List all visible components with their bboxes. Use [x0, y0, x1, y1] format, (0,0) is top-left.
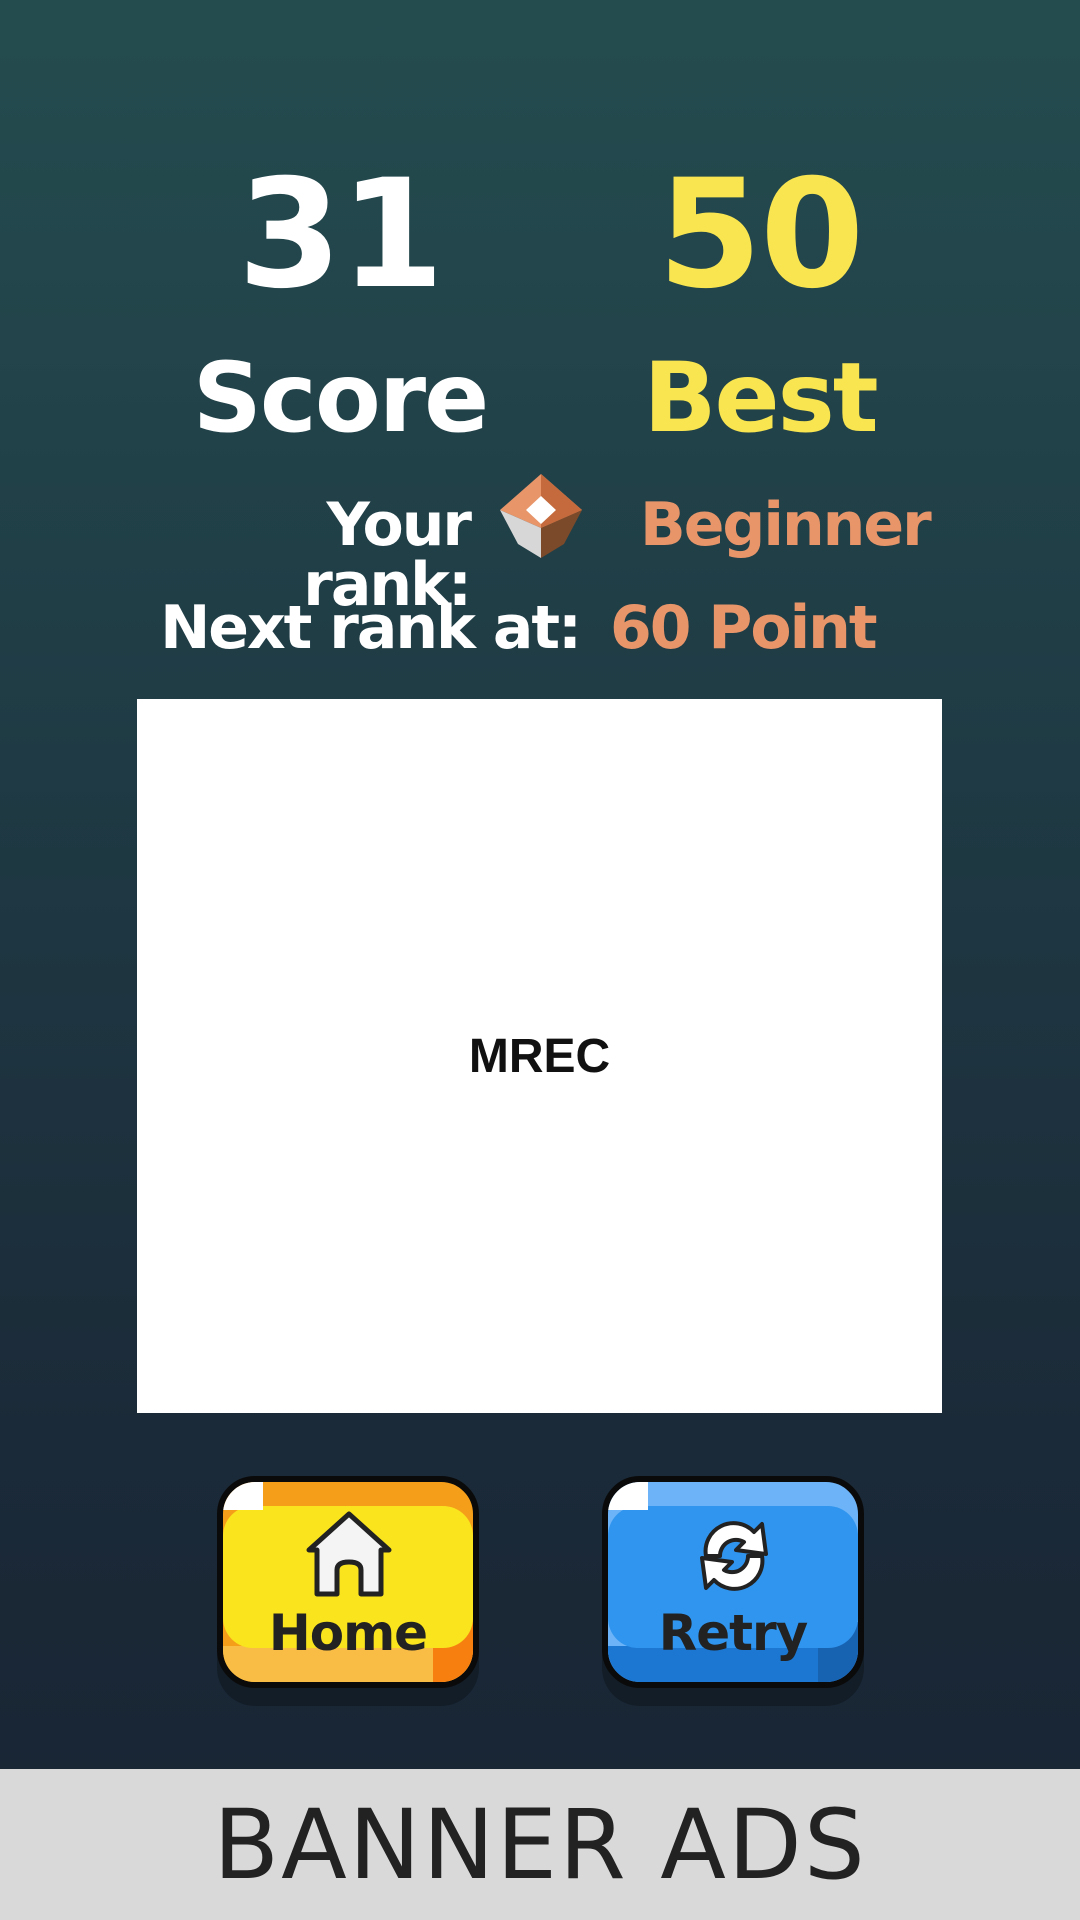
score-label: Score: [192, 342, 489, 454]
next-rank-value: 60 Point: [610, 593, 878, 663]
refresh-icon: [684, 1504, 784, 1604]
banner-ad-slot[interactable]: BANNER ADS: [0, 1769, 1080, 1920]
best-score-value: 50: [657, 148, 865, 322]
retry-button-label: Retry: [658, 1604, 809, 1662]
beginner-rank-gem-icon: [496, 470, 586, 560]
best-label: Best: [643, 342, 878, 454]
score-value: 31: [237, 148, 445, 322]
rank-value: Beginner: [640, 490, 932, 560]
mrec-label: MREC: [468, 1029, 611, 1083]
mrec-ad-slot[interactable]: MREC: [137, 699, 942, 1413]
retry-button[interactable]: Retry: [602, 1476, 864, 1688]
next-rank-label: Next rank at:: [160, 593, 582, 663]
home-button[interactable]: Home: [217, 1476, 479, 1688]
banner-ad-label: BANNER ADS: [213, 1788, 867, 1901]
home-icon: [299, 1504, 399, 1604]
home-button-label: Home: [268, 1604, 428, 1662]
